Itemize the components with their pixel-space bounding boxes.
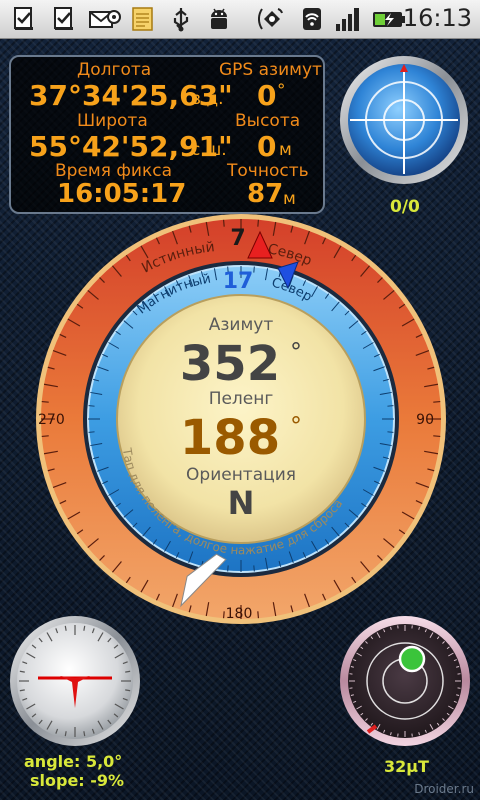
orientation-value: N (228, 484, 255, 522)
satellite-icon[interactable] (257, 5, 286, 33)
compass-outer-tick (433, 435, 441, 438)
fix-time-value: 16:05:17 (57, 179, 187, 209)
compass-outer-tick (41, 435, 49, 438)
compass-inner-tick (387, 431, 394, 433)
clock: 16:13 (402, 4, 472, 32)
latitude-label: Широта (77, 111, 148, 131)
bearing-value: 188 (180, 410, 280, 466)
gps-azimuth-value: 0 (257, 79, 277, 112)
level-tick (83, 625, 86, 631)
usb-icon[interactable] (167, 5, 195, 33)
compass-outer-tick (41, 400, 49, 403)
longitude-direction: в.д. (191, 89, 224, 109)
gps-azimuth-unit: ° (277, 81, 286, 101)
latitude-direction: с.ш. (191, 140, 227, 160)
level-tick (125, 670, 131, 673)
compass-outer-tick (257, 611, 260, 619)
gps-azimuth-label: GPS азимут (219, 60, 322, 80)
watermark: Droider.ru (414, 782, 474, 796)
azimuth-label: Азимут (209, 315, 274, 335)
level-gauge[interactable] (8, 614, 142, 748)
compass-outer-tick (222, 611, 225, 619)
tick-90: 90 (416, 412, 434, 428)
compass-inner-tick (88, 405, 95, 407)
tick-270: 270 (38, 412, 65, 428)
level-tick (19, 670, 25, 673)
satellite-radar[interactable] (338, 54, 470, 186)
battery-charging-icon[interactable] (372, 5, 406, 33)
slope-readout: slope: -9% (30, 771, 125, 790)
level-tick (64, 731, 67, 737)
checklist-icon[interactable] (50, 5, 78, 33)
status-bar: 16:13 (0, 0, 480, 39)
compass-inner-tick (253, 565, 255, 572)
magnetic-heading-value: 17 (223, 269, 254, 294)
email-icon[interactable] (88, 5, 122, 33)
true-heading-value: 7 (230, 226, 245, 251)
magnetic-field-readout: 32µT (384, 757, 429, 776)
signal-icon[interactable] (334, 5, 362, 33)
bearing-label: Пеленг (209, 389, 274, 409)
fix-time-label: Время фикса (55, 161, 172, 181)
checklist-icon[interactable] (10, 5, 38, 33)
notes-icon[interactable] (128, 5, 156, 33)
accuracy-label: Точность (227, 161, 309, 181)
level-tick (19, 689, 25, 692)
level-tick (125, 689, 131, 692)
accuracy-unit: м (283, 189, 296, 209)
bearing-unit: ° (290, 412, 302, 440)
compass-inner-tick (253, 266, 255, 273)
altitude-label: Высота (235, 111, 301, 131)
orientation-label: Ориентация (186, 465, 296, 485)
compass-inner-tick (387, 405, 394, 407)
tick-180: 180 (226, 606, 253, 622)
compass-outer-tick (433, 400, 441, 403)
wifi-icon[interactable] (298, 5, 326, 33)
longitude-label: Долгота (77, 60, 152, 80)
accuracy-value: 87 (247, 179, 284, 209)
azimuth-value: 352 (180, 336, 280, 392)
level-tick (83, 731, 86, 737)
compass-outer-tick (222, 219, 225, 227)
altitude-value: 0 (257, 130, 277, 163)
compass-outer-tick (257, 219, 260, 227)
altitude-unit: м (279, 140, 292, 160)
azimuth-unit: ° (290, 338, 302, 366)
android-icon[interactable] (205, 5, 233, 33)
compass-inner-tick (88, 431, 95, 433)
compass-inner-tick (227, 565, 229, 572)
angle-readout: angle: 5,0° (24, 752, 123, 771)
compass-dial[interactable]: Истинный Север Магнитный Север 7 17 90 1… (34, 212, 448, 626)
magnetometer-gauge[interactable] (338, 614, 472, 748)
gps-info-panel[interactable]: Долгота GPS азимут 37°34'25,63" в.д. 0 °… (9, 55, 325, 214)
level-tick (64, 625, 67, 631)
